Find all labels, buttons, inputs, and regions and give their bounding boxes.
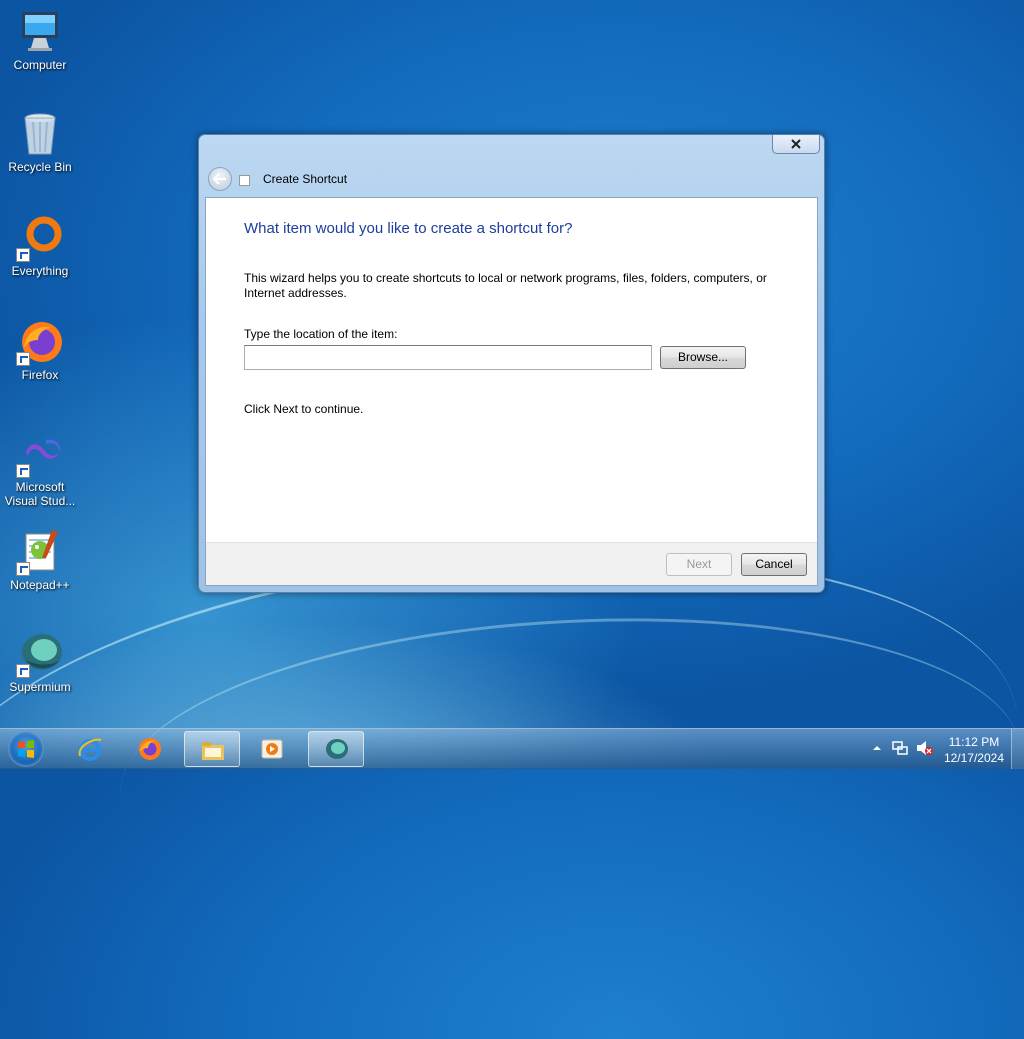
shortcut-arrow-icon — [16, 664, 30, 678]
volume-muted-icon[interactable] — [916, 740, 934, 756]
taskbar-firefox[interactable] — [122, 731, 178, 767]
browse-button[interactable]: Browse... — [660, 346, 746, 369]
wizard-footer: Next Cancel — [206, 542, 817, 585]
desktop-icon-label: Firefox — [21, 368, 59, 382]
show-hidden-icons-icon[interactable] — [872, 743, 882, 753]
firefox-icon — [139, 738, 161, 760]
desktop-icon-firefox[interactable]: Firefox — [2, 318, 78, 382]
taskbar-media-player[interactable] — [244, 731, 300, 767]
dialog-title: Create Shortcut — [263, 172, 348, 186]
back-arrow-icon — [213, 173, 226, 185]
cancel-button[interactable]: Cancel — [741, 553, 807, 576]
wizard-description: This wizard helps you to create shortcut… — [244, 271, 767, 300]
clock-date: 12/17/2024 — [943, 751, 1004, 765]
computer-icon — [16, 8, 64, 56]
desktop-icon-label: Microsoft Visual Stud... — [4, 480, 76, 508]
desktop-icon-recycle-bin[interactable]: Recycle Bin — [2, 110, 78, 174]
desktop-icon-label: Supermium — [9, 680, 71, 694]
desktop-icon-label: Everything — [11, 264, 69, 278]
taskbar: 11:12 PM 12/17/2024 — [0, 728, 1024, 769]
desktop-icon-everything[interactable]: Everything — [2, 214, 78, 278]
taskbar-internet-explorer[interactable] — [62, 731, 118, 767]
clock[interactable]: 11:12 PM 12/17/2024 — [944, 734, 1004, 766]
shortcut-arrow-icon — [16, 248, 30, 262]
start-button[interactable] — [8, 731, 44, 767]
windows-logo-icon — [18, 740, 34, 758]
visual-studio-icon — [16, 430, 64, 478]
back-button[interactable] — [208, 167, 232, 191]
taskbar-supermium[interactable] — [308, 731, 364, 767]
desktop-icon-notepad-plus-plus[interactable]: Notepad++ — [2, 528, 78, 592]
notepad-plus-plus-icon — [16, 528, 64, 576]
recycle-bin-icon — [16, 110, 64, 158]
close-button[interactable] — [772, 135, 820, 154]
wizard-content: What item would you like to create a sho… — [205, 197, 818, 586]
location-input[interactable] — [244, 345, 652, 370]
desktop-icon-supermium[interactable]: Supermium — [2, 630, 78, 694]
system-tray: 11:12 PM 12/17/2024 — [864, 729, 1024, 769]
wizard-heading: What item would you like to create a sho… — [244, 220, 573, 237]
shortcut-arrow-icon — [16, 464, 30, 478]
show-desktop-button[interactable] — [1011, 729, 1024, 769]
create-shortcut-dialog: Create Shortcut What item would you like… — [198, 134, 825, 593]
media-player-icon — [261, 739, 283, 759]
internet-explorer-icon — [78, 738, 102, 761]
continue-hint: Click Next to continue. — [244, 402, 364, 416]
supermium-icon — [16, 630, 64, 678]
clock-time: 11:12 PM — [948, 735, 1000, 749]
location-label: Type the location of the item: — [244, 327, 398, 341]
shortcut-icon — [239, 175, 250, 186]
supermium-icon — [326, 739, 348, 759]
network-icon[interactable] — [892, 740, 908, 756]
desktop-icon-visual-studio[interactable]: Microsoft Visual Stud... — [2, 430, 78, 508]
shortcut-arrow-icon — [16, 352, 30, 366]
desktop-icon-label: Computer — [13, 58, 67, 72]
taskbar-file-explorer[interactable] — [184, 731, 240, 767]
next-button[interactable]: Next — [666, 553, 732, 576]
desktop-icon-label: Recycle Bin — [8, 160, 72, 174]
shortcut-arrow-icon — [16, 562, 30, 576]
desktop-icon-computer[interactable]: Computer — [2, 8, 78, 72]
desktop-icon-label: Notepad++ — [10, 578, 70, 592]
everything-icon — [16, 214, 64, 262]
close-icon — [791, 139, 801, 149]
file-explorer-icon — [202, 742, 224, 760]
firefox-icon — [16, 318, 64, 366]
